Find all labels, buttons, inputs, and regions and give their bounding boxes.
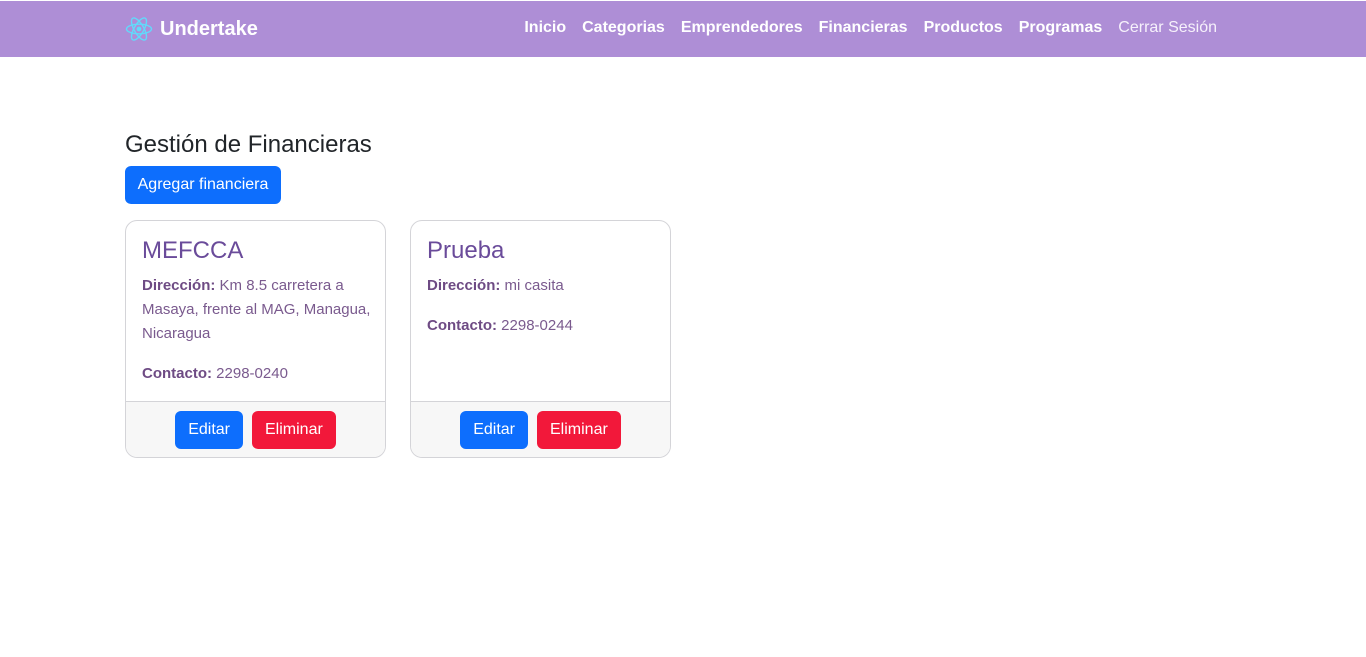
logout-link[interactable]: Cerrar Sesión (1118, 19, 1217, 37)
card-title: Prueba (427, 237, 505, 264)
navbar: Undertake Inicio Categorias Emprendedore… (0, 1, 1366, 57)
page-title: Gestión de Financieras (125, 131, 372, 158)
delete-button[interactable]: Eliminar (252, 410, 336, 449)
contact-label: Contacto: (427, 317, 497, 334)
contact-label: Contacto: (142, 365, 212, 382)
nav-links: Inicio Categorias Emprendedores Financie… (524, 19, 1217, 37)
edit-button[interactable]: Editar (460, 410, 528, 449)
contact-value: 2298-0244 (501, 317, 573, 334)
card-footer: Editar Eliminar (411, 401, 670, 457)
address-label: Dirección: (142, 277, 216, 294)
address-value: mi casita (504, 277, 564, 294)
card-contact: Contacto: 2298-0244 (427, 314, 658, 338)
card-footer: Editar Eliminar (126, 401, 385, 457)
card-body: MEFCCA Dirección: Km 8.5 carretera a Mas… (142, 237, 373, 402)
nav-link-productos[interactable]: Productos (924, 19, 1003, 37)
financiera-card: Prueba Dirección: mi casita Contacto: 22… (410, 220, 671, 458)
react-logo-icon (125, 17, 153, 41)
card-contact: Contacto: 2298-0240 (142, 362, 373, 386)
brand-link[interactable]: Undertake (125, 15, 258, 43)
card-address: Dirección: mi casita (427, 274, 658, 298)
address-label: Dirección: (427, 277, 501, 294)
add-financiera-button[interactable]: Agregar financiera (125, 166, 281, 204)
brand-name: Undertake (160, 17, 258, 40)
contact-value: 2298-0240 (216, 365, 288, 382)
nav-link-financieras[interactable]: Financieras (819, 19, 908, 37)
nav-link-programas[interactable]: Programas (1019, 19, 1103, 37)
nav-link-emprendedores[interactable]: Emprendedores (681, 19, 803, 37)
edit-button[interactable]: Editar (175, 410, 243, 449)
nav-link-inicio[interactable]: Inicio (524, 19, 566, 37)
card-address: Dirección: Km 8.5 carretera a Masaya, fr… (142, 274, 373, 346)
delete-button[interactable]: Eliminar (537, 410, 621, 449)
card-title: MEFCCA (142, 237, 244, 264)
financiera-card: MEFCCA Dirección: Km 8.5 carretera a Mas… (125, 220, 386, 458)
card-body: Prueba Dirección: mi casita Contacto: 22… (427, 237, 658, 354)
nav-link-categorias[interactable]: Categorias (582, 19, 665, 37)
